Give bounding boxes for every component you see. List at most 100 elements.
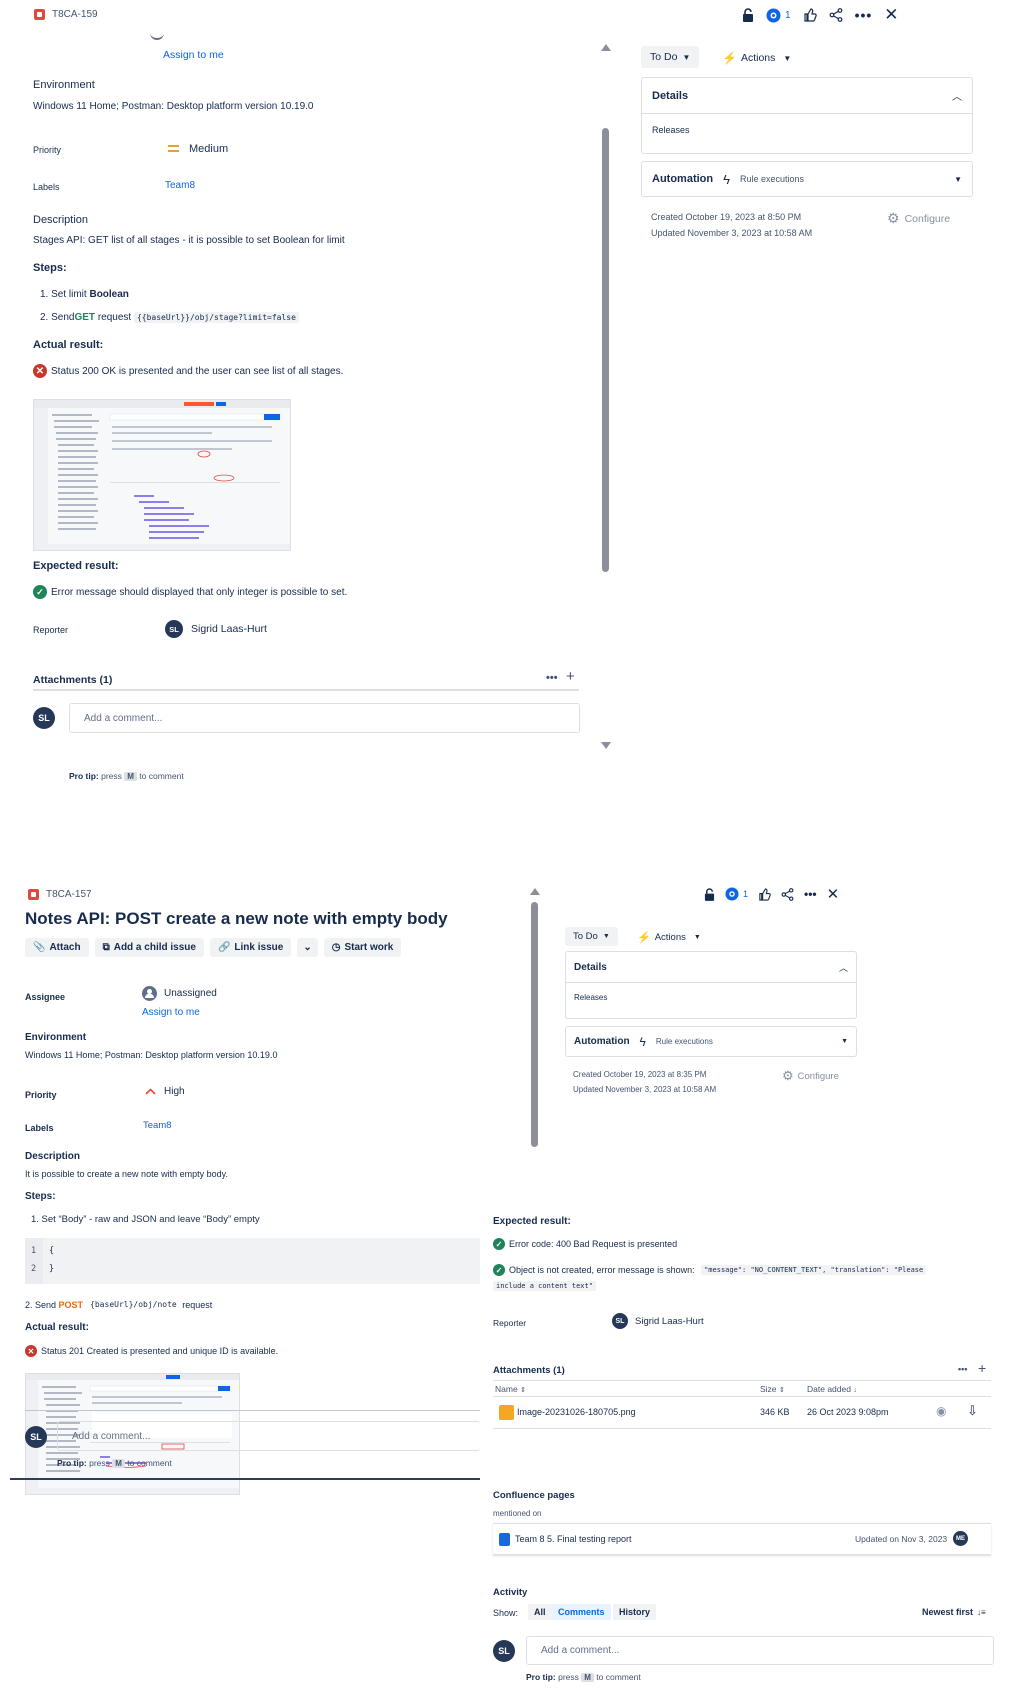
lock-icon[interactable] [704, 887, 715, 901]
activity-comment-input[interactable]: Add a comment... [526, 1636, 994, 1665]
status-button[interactable]: To Do ▼ [641, 46, 700, 68]
actions-button[interactable]: ⚡ Actions ▼ [637, 931, 701, 944]
check-icon: ✓ [493, 1238, 505, 1250]
configure-button[interactable]: ⚙ Configure [887, 210, 950, 227]
assignee-field[interactable]: Unassigned [142, 986, 217, 1001]
thumbs-up-icon[interactable] [758, 887, 771, 901]
updated-date: Updated November 3, 2023 at 10:58 AM [651, 228, 813, 238]
avatar: ME [953, 1531, 968, 1546]
issue-toolbar: 1 ••• ✕ [742, 5, 899, 25]
expected-result-2-code-cont: include a content text" [493, 1281, 596, 1291]
automation-panel[interactable]: Automation ϟ Rule executions ▼ [641, 161, 973, 197]
scroll-down-arrow[interactable] [601, 742, 611, 749]
status-button[interactable]: To Do ▼ [565, 927, 618, 946]
step-2-text: 2. Send [40, 312, 75, 323]
link-issue-button[interactable]: 🔗 Link issue [209, 938, 292, 957]
col-size[interactable]: Size ⇕ [760, 1384, 785, 1394]
priority-field[interactable]: High [145, 1086, 185, 1097]
expected-result-2: ✓ Object is not created, error message i… [493, 1264, 927, 1276]
reporter-field[interactable]: SL Sigrid Laas-Hurt [612, 1313, 704, 1329]
filter-history[interactable]: History [613, 1604, 657, 1620]
attach-button[interactable]: 📎 Attach [25, 938, 89, 957]
protip: Pro tip: press M to comment [526, 1672, 641, 1682]
priority-label: Priority [33, 145, 62, 155]
activity-title: Activity [493, 1587, 528, 1598]
file-name: Image-20231026-180705.png [517, 1407, 636, 1417]
confluence-page-row[interactable]: Team 8 5. Final testing report Updated o… [493, 1523, 991, 1555]
issue-title[interactable]: Notes API: POST create a new note with e… [25, 909, 448, 929]
lock-icon[interactable] [742, 8, 754, 22]
filter-comments[interactable]: Comments [552, 1604, 611, 1620]
rule-executions: Rule executions [655, 1037, 713, 1046]
step-1-text: 1. Set limit [40, 289, 90, 300]
label-team8[interactable]: Team8 [143, 1120, 172, 1131]
more-icon[interactable]: ••• [855, 7, 873, 23]
label-team8[interactable]: Team8 [165, 180, 195, 191]
watch-button[interactable]: 1 [766, 8, 791, 23]
scrollbar-thumb[interactable] [602, 128, 609, 572]
configure-button[interactable]: ⚙ Configure [782, 1068, 839, 1084]
thumbs-up-icon[interactable] [803, 8, 817, 22]
chevron-down-icon: ⌄ [303, 942, 312, 953]
issue-key-link[interactable]: T8CA-159 [52, 9, 98, 20]
col-name[interactable]: Name ⇕ [495, 1384, 526, 1394]
attachments-more-icon[interactable]: ••• [546, 672, 558, 684]
watch-button[interactable]: 1 [725, 887, 748, 901]
filter-all[interactable]: All [528, 1604, 552, 1620]
download-icon[interactable]: ⇩ [967, 1403, 978, 1419]
issue-view-t8ca-157: T8CA-157 1 ••• ✕ Notes API: POST create … [0, 880, 1013, 1694]
share-icon[interactable] [781, 887, 794, 901]
details-header[interactable]: Details ︿ [642, 78, 972, 114]
description-title: Description [33, 214, 89, 226]
attachments-more-icon[interactable]: ••• [958, 1364, 967, 1374]
col-date[interactable]: Date added ↓ [807, 1384, 857, 1394]
details-header[interactable]: Details ︿ [566, 952, 856, 983]
sort-icon: ↓ [853, 1387, 857, 1394]
issue-toolbar: 1 ••• ✕ [704, 885, 839, 903]
assign-to-me-link[interactable]: Assign to me [163, 49, 224, 61]
attachments-add-icon[interactable]: + [566, 668, 575, 685]
actions-button[interactable]: ⚡ Actions ▼ [722, 51, 791, 65]
comment-input[interactable]: Add a comment... [57, 1421, 480, 1451]
chevron-up-icon: ︿ [952, 92, 962, 103]
expected-result-2-text: Object is not created, error message is … [509, 1265, 698, 1275]
sort-button[interactable]: Newest first ↓≡ [922, 1607, 986, 1617]
hierarchy-icon: ⧉ [102, 942, 110, 953]
actual-result-title: Actual result: [33, 339, 104, 351]
issue-key-link[interactable]: T8CA-157 [46, 889, 92, 900]
start-work-button[interactable]: ◷ Start work [323, 938, 402, 957]
comment-input[interactable]: Add a comment... [69, 703, 580, 733]
close-icon[interactable]: ✕ [884, 5, 898, 25]
priority-field[interactable]: Medium [168, 143, 228, 155]
environment-value: Windows 11 Home; Postman: Desktop platfo… [25, 1050, 278, 1060]
table-row[interactable]: Image-20231026-180705.png 346 KB 26 Oct … [493, 1397, 991, 1429]
file-date: 26 Oct 2023 9:08pm [807, 1407, 889, 1417]
protip: Pro tip: press M to comment [57, 1458, 172, 1468]
environment-title: Environment [33, 79, 95, 91]
assign-to-me-link[interactable]: Assign to me [142, 1007, 200, 1018]
gear-icon: ⚙ [887, 210, 900, 226]
chevron-down-icon: ▼ [682, 52, 691, 62]
divider [33, 689, 579, 691]
automation-panel[interactable]: Automation ϟ Rule executions ▼ [565, 1026, 857, 1057]
more-icon[interactable]: ••• [804, 887, 817, 901]
priority-value: Medium [189, 143, 229, 155]
step-1-bold: Boolean [89, 289, 129, 300]
attachments-add-icon[interactable]: + [978, 1360, 986, 1376]
attachment-thumbnail[interactable] [33, 399, 291, 551]
scroll-up-arrow[interactable] [530, 888, 540, 895]
close-icon[interactable]: ✕ [827, 885, 840, 903]
protip-rest: to comment [593, 1672, 641, 1682]
scrollbar-thumb[interactable] [531, 902, 538, 1147]
comment-avatar: SL [493, 1640, 515, 1662]
sort-icon: ↓≡ [977, 1607, 986, 1617]
link-issue-dropdown[interactable]: ⌄ [297, 938, 318, 957]
reporter-field[interactable]: SL Sigrid Laas-Hurt [165, 620, 267, 638]
add-child-issue-button[interactable]: ⧉ Add a child issue [94, 938, 204, 957]
expected-result-1-text: Error code: 400 Bad Request is presented [509, 1239, 678, 1249]
preview-eye-icon[interactable]: ◉ [936, 1404, 946, 1418]
scroll-up-arrow[interactable] [601, 44, 611, 51]
chevron-down-icon: ▼ [783, 53, 792, 63]
share-icon[interactable] [829, 8, 843, 22]
details-panel: Details ︿ Releases [565, 951, 857, 1019]
